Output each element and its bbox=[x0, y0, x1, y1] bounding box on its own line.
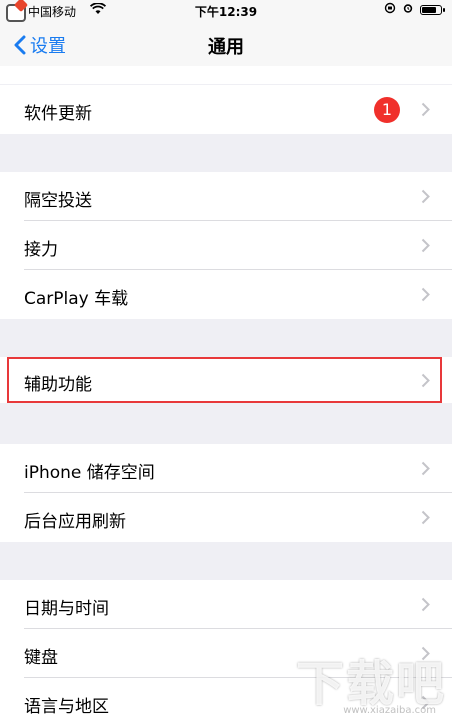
alarm-icon bbox=[402, 2, 414, 17]
group-storage: iPhone 储存空间 后台应用刷新 bbox=[0, 444, 452, 542]
row-label: 辅助功能 bbox=[24, 375, 92, 395]
update-badge: 1 bbox=[374, 97, 400, 123]
group-accessibility: 辅助功能 bbox=[0, 357, 452, 403]
chevron-right-icon bbox=[421, 238, 430, 253]
chevron-right-icon bbox=[421, 510, 430, 525]
row-iphone-storage[interactable]: iPhone 储存空间 bbox=[0, 444, 452, 493]
battery-fill bbox=[422, 6, 436, 13]
row-label: 隔空投送 bbox=[24, 191, 92, 211]
chevron-right-icon bbox=[421, 461, 430, 476]
row-date-time[interactable]: 日期与时间 bbox=[0, 580, 452, 629]
clipped-row bbox=[0, 66, 452, 84]
watermark-logo: 下载吧 bbox=[295, 656, 446, 712]
row-airdrop[interactable]: 隔空投送 bbox=[0, 172, 452, 221]
page-title: 通用 bbox=[208, 37, 244, 58]
row-handoff[interactable]: 接力 bbox=[0, 221, 452, 270]
group-update: 软件更新 1 bbox=[0, 85, 452, 134]
row-label: 接力 bbox=[24, 240, 58, 260]
chevron-right-icon bbox=[421, 189, 430, 204]
status-right-icons bbox=[384, 2, 445, 17]
row-accessibility[interactable]: 辅助功能 bbox=[0, 357, 452, 403]
row-label: 语言与地区 bbox=[24, 697, 109, 717]
chevron-right-icon bbox=[421, 373, 430, 388]
row-label: 后台应用刷新 bbox=[24, 512, 126, 532]
navigation-bar: 设置 通用 bbox=[0, 22, 452, 66]
row-background-refresh[interactable]: 后台应用刷新 bbox=[0, 493, 452, 542]
row-label: 键盘 bbox=[24, 648, 58, 668]
row-label: iPhone 储存空间 bbox=[24, 463, 155, 483]
row-label: 日期与时间 bbox=[24, 599, 109, 619]
status-bar: 中国移动 下午12:39 bbox=[0, 0, 452, 22]
row-carplay[interactable]: CarPlay 车载 bbox=[0, 270, 452, 319]
chevron-right-icon bbox=[421, 102, 430, 117]
row-label: CarPlay 车载 bbox=[24, 289, 129, 309]
watermark-url: www.xiazaiba.com bbox=[343, 705, 436, 716]
settings-general-screen: 中国移动 下午12:39 设置 通用 软件更新 1 隔空投送 接力 CarPla… bbox=[0, 0, 452, 718]
group-sharing: 隔空投送 接力 CarPlay 车载 bbox=[0, 172, 452, 319]
row-software-update[interactable]: 软件更新 1 bbox=[0, 85, 452, 134]
chevron-right-icon bbox=[421, 287, 430, 302]
chevron-right-icon bbox=[421, 597, 430, 612]
battery-icon bbox=[420, 4, 445, 15]
rotation-lock-icon bbox=[384, 2, 396, 17]
row-label: 软件更新 bbox=[24, 104, 92, 124]
